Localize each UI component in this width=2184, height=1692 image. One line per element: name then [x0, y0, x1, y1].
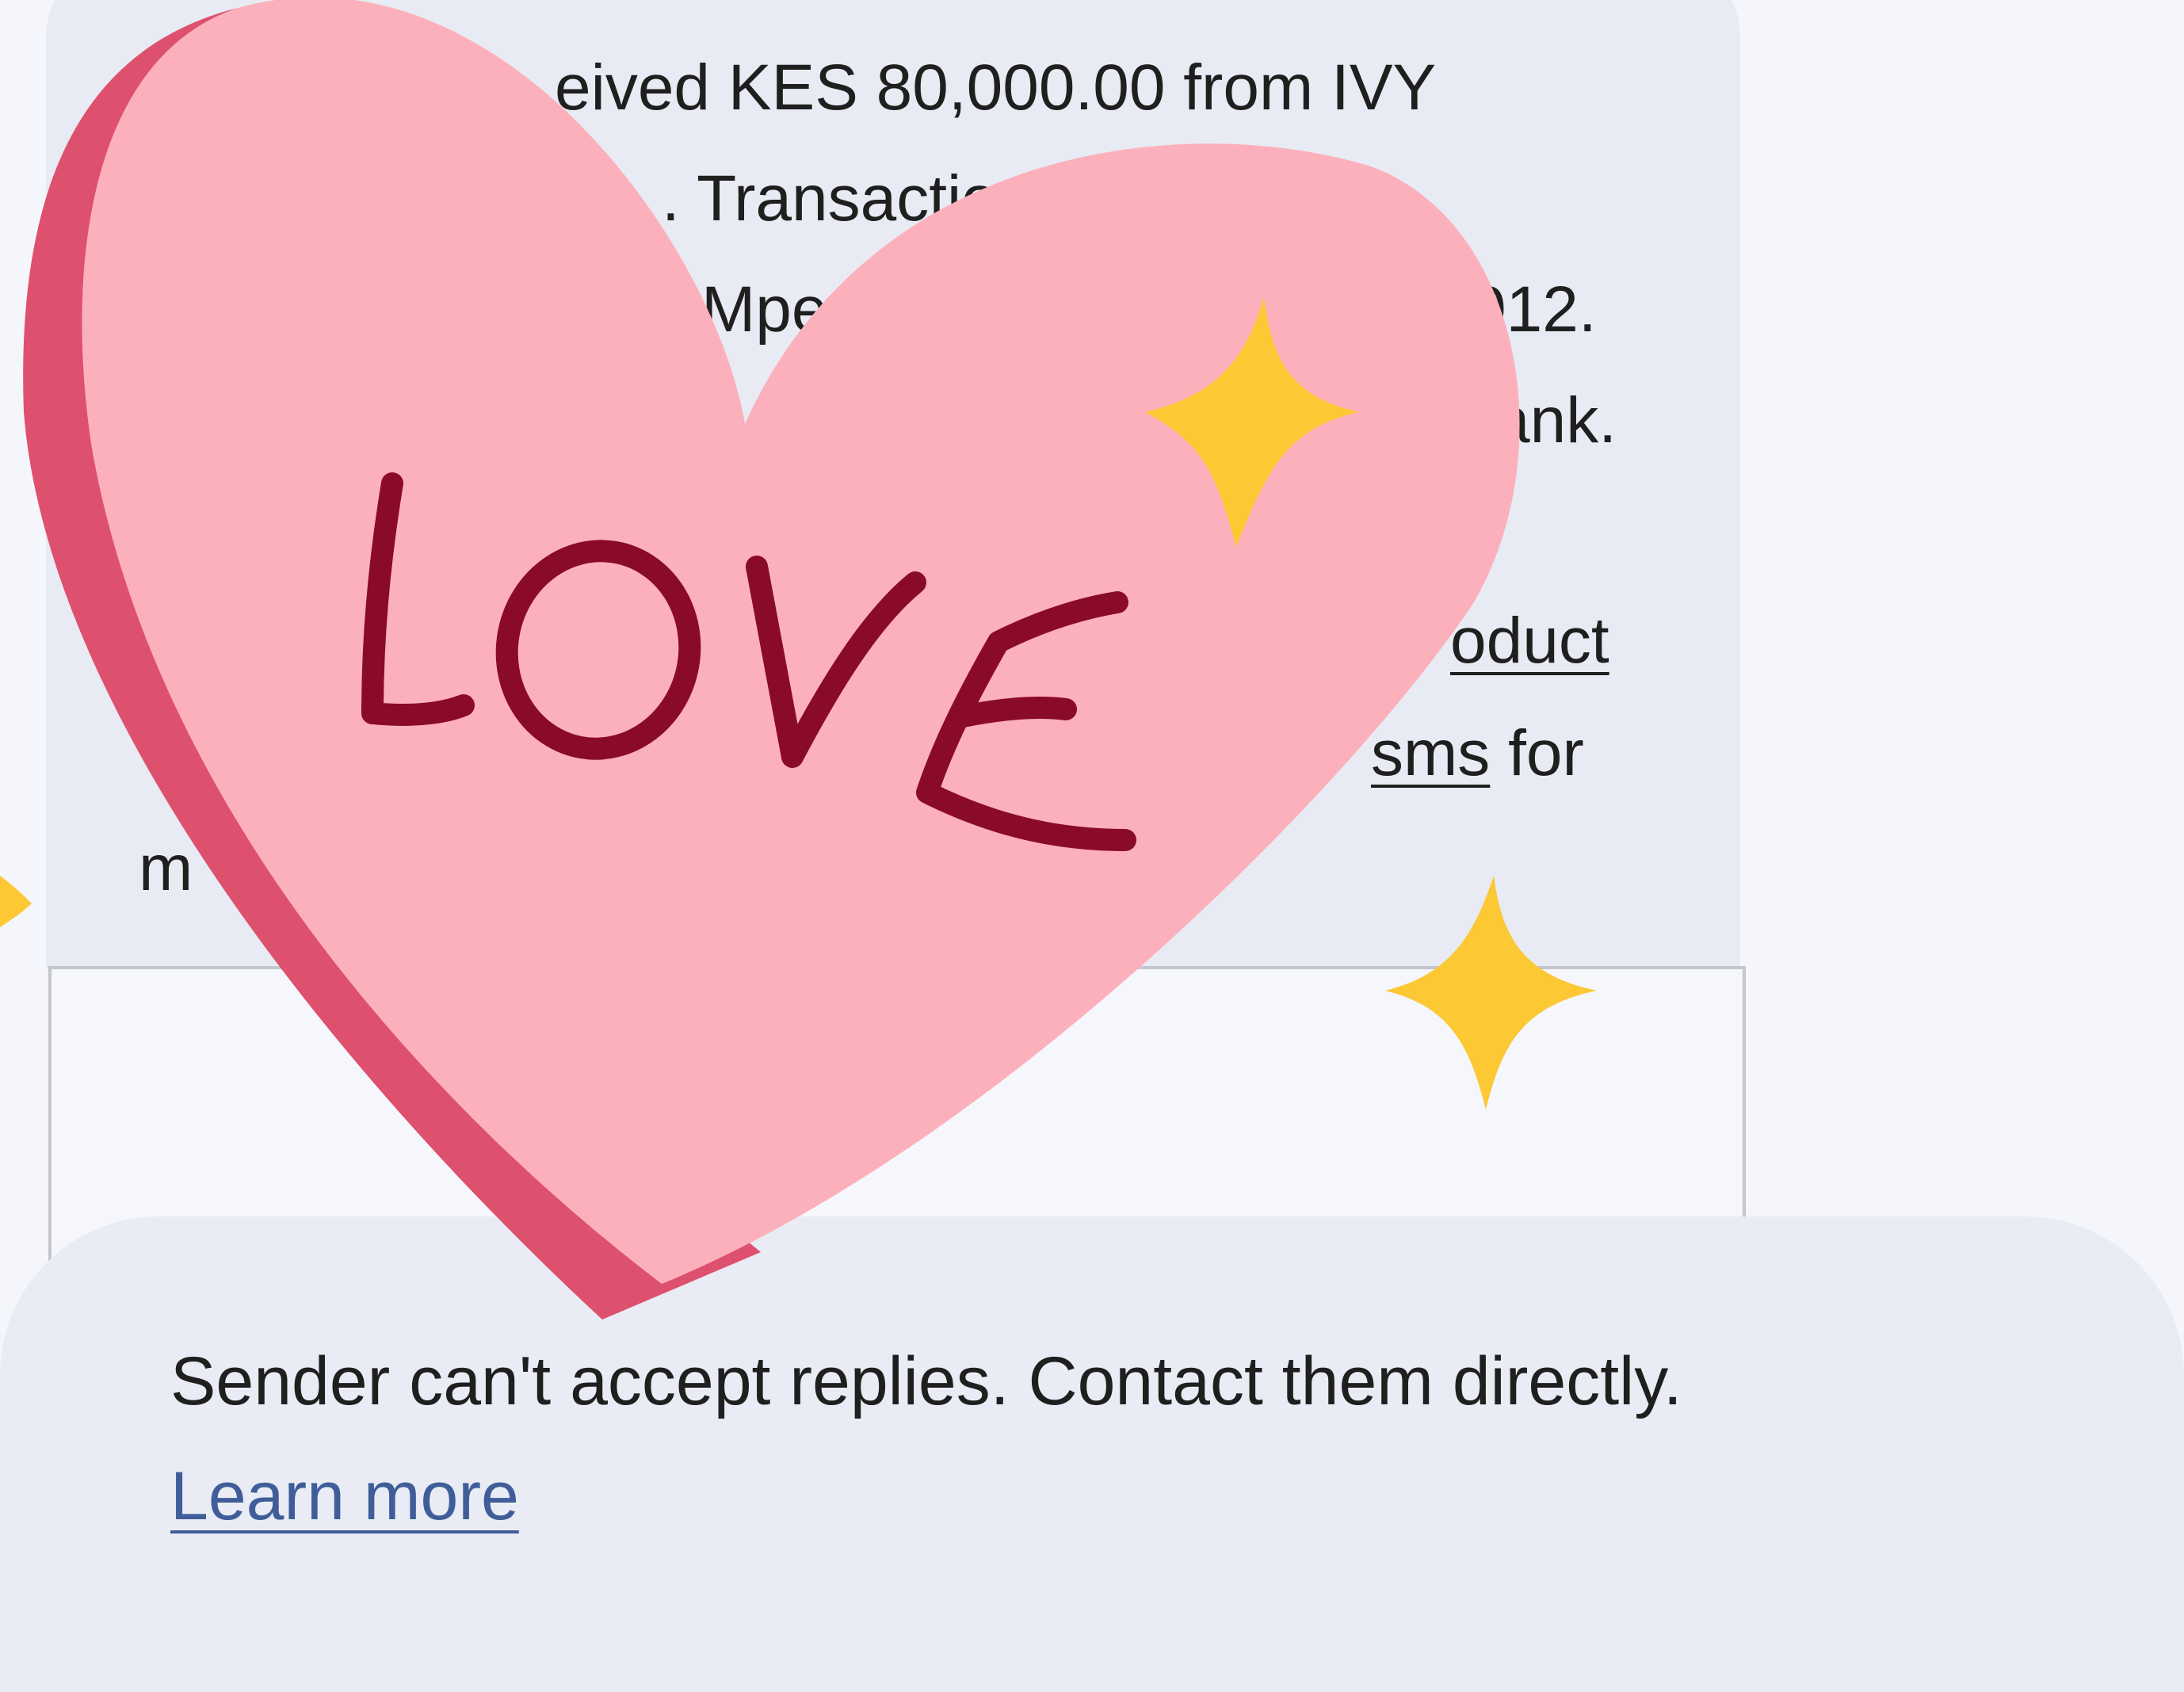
- learn-more-link[interactable]: Learn more: [170, 1462, 519, 1530]
- message-text-line-1: eived KES 80,000.00 from IVY: [555, 52, 1437, 124]
- message-text-line-4-end: ank.: [1494, 384, 1617, 456]
- message-text-line-3-end: 012.: [1470, 273, 1597, 346]
- message-text-line-2: . Transactio: [662, 162, 998, 235]
- product-link[interactable]: oduct: [1450, 605, 1609, 677]
- message-bubble[interactable]: [46, 0, 1740, 968]
- reply-disabled-message: Sender can't accept replies. Contact the…: [170, 1343, 1682, 1419]
- message-text-line-7: m: [139, 832, 193, 904]
- message-text-for: for: [1508, 717, 1584, 789]
- sms-link[interactable]: sms: [1371, 717, 1490, 789]
- sparkle-icon: [0, 876, 32, 927]
- message-text-line-3: Mpes: [701, 273, 861, 346]
- message-text-line-6: sms for: [1371, 721, 1584, 786]
- message-thread: eived KES 80,000.00 from IVY . Transacti…: [0, 0, 2184, 1692]
- message-link-text[interactable]: oduct: [1450, 609, 1609, 674]
- reply-disabled-banner: [0, 1216, 2184, 1692]
